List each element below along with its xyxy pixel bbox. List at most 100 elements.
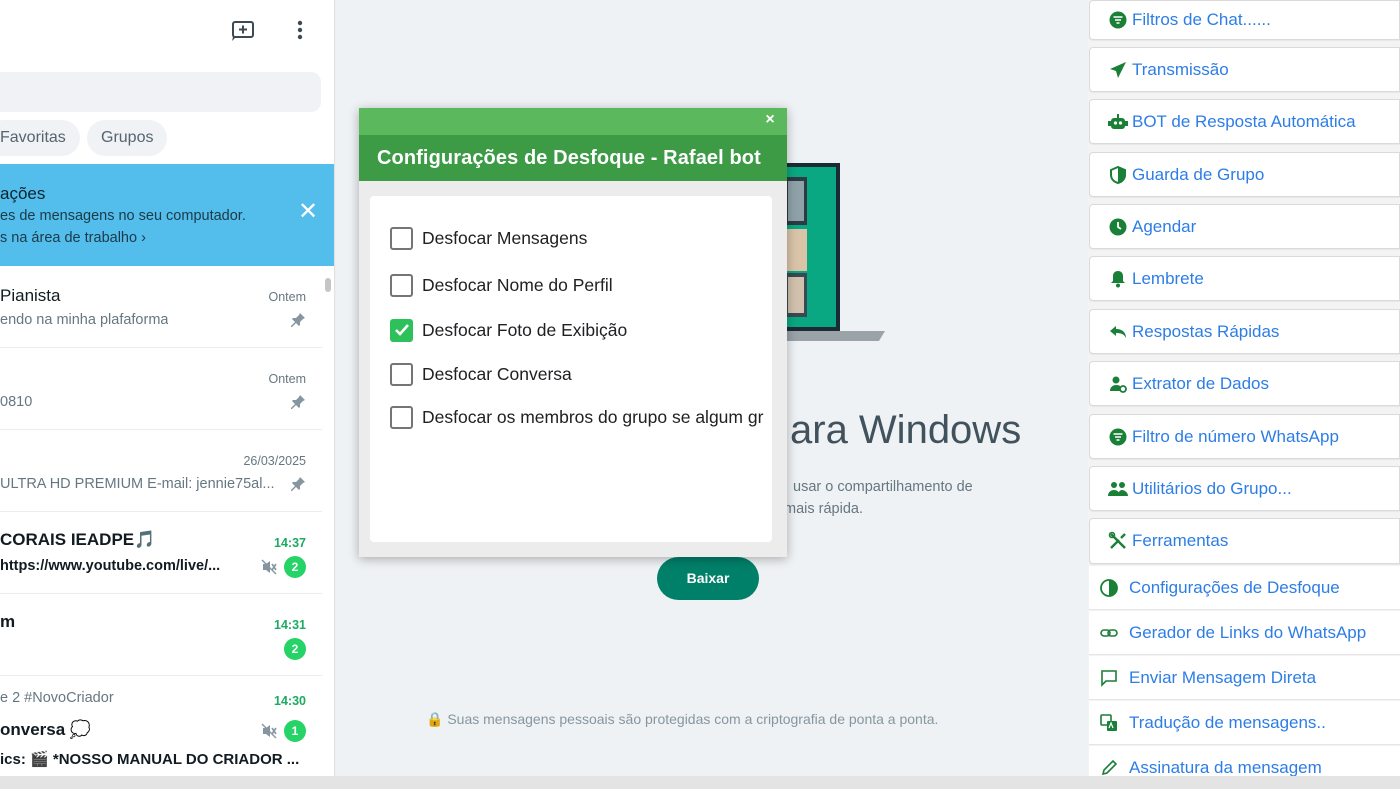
reply-icon — [1108, 322, 1128, 342]
scrollbar-thumb[interactable] — [325, 278, 331, 292]
chat-sender: e 2 #NovoCriador — [0, 690, 114, 706]
chat-row[interactable]: Pianista endo na minha plafaforma Ontem — [0, 266, 322, 348]
close-icon[interactable]: ✕ — [296, 200, 320, 224]
blur-profile-name-option[interactable]: Desfocar Nome do Perfil — [390, 273, 613, 297]
blur-conversation-option[interactable]: Desfocar Conversa — [390, 362, 572, 386]
filter-chip-favorites[interactable]: Favoritas — [0, 120, 80, 156]
intro-text-line2: mais rápida. — [784, 501, 863, 517]
chat-name: onversa 💭 — [0, 720, 92, 739]
toolbox-item-label: Respostas Rápidas — [1132, 321, 1280, 341]
toolbox-item-quick-replies[interactable]: Respostas Rápidas — [1089, 309, 1400, 354]
checkbox[interactable] — [390, 405, 413, 429]
window-bottom-edge — [0, 776, 1400, 789]
checkbox[interactable] — [390, 226, 413, 250]
chat-name: Pianista — [0, 286, 61, 305]
option-label: Desfocar Mensagens — [422, 227, 588, 248]
filter-icon — [1108, 10, 1128, 30]
chat-time: 14:37 — [274, 536, 306, 550]
translate-icon — [1099, 713, 1119, 733]
toolbox-item-chat-filters[interactable]: Filtros de Chat...... — [1089, 0, 1400, 40]
intro-text-line1: usar o compartilhamento de — [793, 479, 973, 495]
send-icon — [1108, 60, 1128, 80]
notice-link[interactable]: s na área de trabalho › — [0, 230, 146, 246]
desktop-notification-banner: ações es de mensagens no seu computador.… — [0, 164, 334, 266]
tools-subitem-direct-message[interactable]: Enviar Mensagem Direta — [1089, 656, 1400, 700]
tools-subitem-label: Tradução de mensagens.. — [1129, 712, 1326, 732]
chat-time: Ontem — [268, 290, 306, 304]
encryption-note: 🔒 Suas mensagens pessoais são protegidas… — [426, 711, 939, 727]
dialog-body: Desfocar Mensagens Desfocar Nome do Perf… — [370, 196, 772, 542]
pin-icon — [290, 312, 306, 333]
toolbox-item-number-filter[interactable]: Filtro de número WhatsApp — [1089, 414, 1400, 459]
chat-preview: ULTRA HD PREMIUM E-mail: jennie75al... — [0, 476, 275, 492]
shield-icon — [1108, 165, 1128, 185]
tools-subitem-translation[interactable]: Tradução de mensagens.. — [1089, 701, 1400, 745]
chat-row[interactable]: ULTRA HD PREMIUM E-mail: jennie75al... 2… — [0, 430, 322, 512]
tools-subitem-link-generator[interactable]: Gerador de Links do WhatsApp — [1089, 611, 1400, 655]
muted-icon — [260, 722, 278, 745]
checkbox[interactable] — [390, 273, 413, 297]
search-input[interactable] — [0, 72, 321, 112]
chat-row[interactable]: 0810 Ontem — [0, 348, 322, 430]
menu-dots-icon[interactable] — [286, 16, 314, 44]
notice-title: ações — [0, 184, 46, 203]
toolbox-item-broadcast[interactable]: Transmissão — [1089, 47, 1400, 92]
tools-subitem-label: Gerador de Links do WhatsApp — [1129, 622, 1367, 642]
unread-badge: 1 — [284, 720, 306, 742]
chat-preview: https://www.youtube.com/live/... — [0, 558, 221, 574]
pin-icon — [290, 476, 306, 497]
blur-settings-dialog: × Configurações de Desfoque - Rafael bot… — [359, 108, 787, 557]
user-gear-icon — [1108, 374, 1128, 394]
tools-icon — [1108, 531, 1128, 551]
unread-badge: 2 — [284, 638, 306, 660]
dialog-drag-bar[interactable]: × — [359, 108, 787, 135]
filter-icon — [1108, 427, 1128, 447]
tools-subitem-blur-settings[interactable]: Configurações de Desfoque — [1089, 566, 1400, 610]
toolbox-item-label: Agendar — [1132, 216, 1197, 236]
filter-chip-groups[interactable]: Grupos — [87, 120, 168, 156]
tools-subitem-label: Enviar Mensagem Direta — [1129, 667, 1317, 687]
blur-messages-option[interactable]: Desfocar Mensagens — [390, 226, 587, 250]
checkmark-icon — [394, 324, 409, 336]
notice-text: es de mensagens no seu computador. — [0, 208, 246, 224]
chat-row[interactable]: m 14:31 2 — [0, 594, 322, 676]
muted-icon — [260, 558, 278, 581]
toolbox-item-group-guard[interactable]: Guarda de Grupo — [1089, 152, 1400, 197]
toolbox-item-auto-reply-bot[interactable]: BOT de Resposta Automática — [1089, 99, 1400, 144]
toolbox-item-reminder[interactable]: Lembrete — [1089, 256, 1400, 301]
toolbox-item-label: Filtros de Chat...... — [1132, 10, 1271, 29]
unread-badge: 2 — [284, 556, 306, 578]
dialog-titlebar: Configurações de Desfoque - Rafael bot — [359, 135, 787, 181]
toolbox-item-tools[interactable]: Ferramentas — [1089, 518, 1400, 564]
option-label: Desfocar os membros do grupo se algum gr — [422, 406, 764, 427]
chat-row[interactable]: e 2 #NovoCriador onversa 💭 ics: 🎬 *NOSSO… — [0, 676, 322, 776]
pen-icon — [1099, 758, 1119, 778]
download-button[interactable]: Baixar — [657, 557, 759, 600]
chat-name: m — [0, 612, 16, 631]
toolbox-item-data-extractor[interactable]: Extrator de Dados — [1089, 361, 1400, 406]
toolbox-item-schedule[interactable]: Agendar — [1089, 204, 1400, 249]
app-window: Favoritas Grupos ações es de mensagens n… — [0, 0, 1400, 789]
option-label: Desfocar Nome do Perfil — [422, 274, 613, 295]
checkbox-checked[interactable] — [390, 318, 413, 342]
toolbox-item-group-utilities[interactable]: Utilitários do Grupo... — [1089, 466, 1400, 511]
tools-subitem-label: Assinatura da mensagem — [1129, 757, 1322, 777]
pin-icon — [290, 394, 306, 415]
toolbox-item-label: Utilitários do Grupo... — [1132, 478, 1292, 498]
users-icon — [1108, 479, 1128, 499]
chat-time: 26/03/2025 — [243, 454, 306, 468]
chat-preview: 0810 — [0, 394, 33, 410]
half-circle-icon — [1099, 578, 1119, 598]
option-label: Desfocar Conversa — [422, 363, 572, 384]
toolbox-item-label: BOT de Resposta Automática — [1132, 111, 1356, 131]
chat-row[interactable]: CORAIS IEADPE🎵 https://www.youtube.com/l… — [0, 512, 322, 594]
dialog-title: Configurações de Desfoque - Rafael bot — [377, 147, 761, 169]
checkbox[interactable] — [390, 362, 413, 386]
new-chat-icon[interactable] — [229, 16, 257, 44]
intro-heading: ara Windows — [790, 408, 1022, 452]
toolbox-item-label: Guarda de Grupo — [1132, 164, 1265, 184]
blur-group-members-option[interactable]: Desfocar os membros do grupo se algum gr — [390, 405, 763, 429]
chat-time: 14:31 — [274, 618, 306, 632]
blur-profile-photo-option[interactable]: Desfocar Foto de Exibição — [390, 318, 627, 342]
dialog-close-button[interactable]: × — [761, 111, 779, 131]
